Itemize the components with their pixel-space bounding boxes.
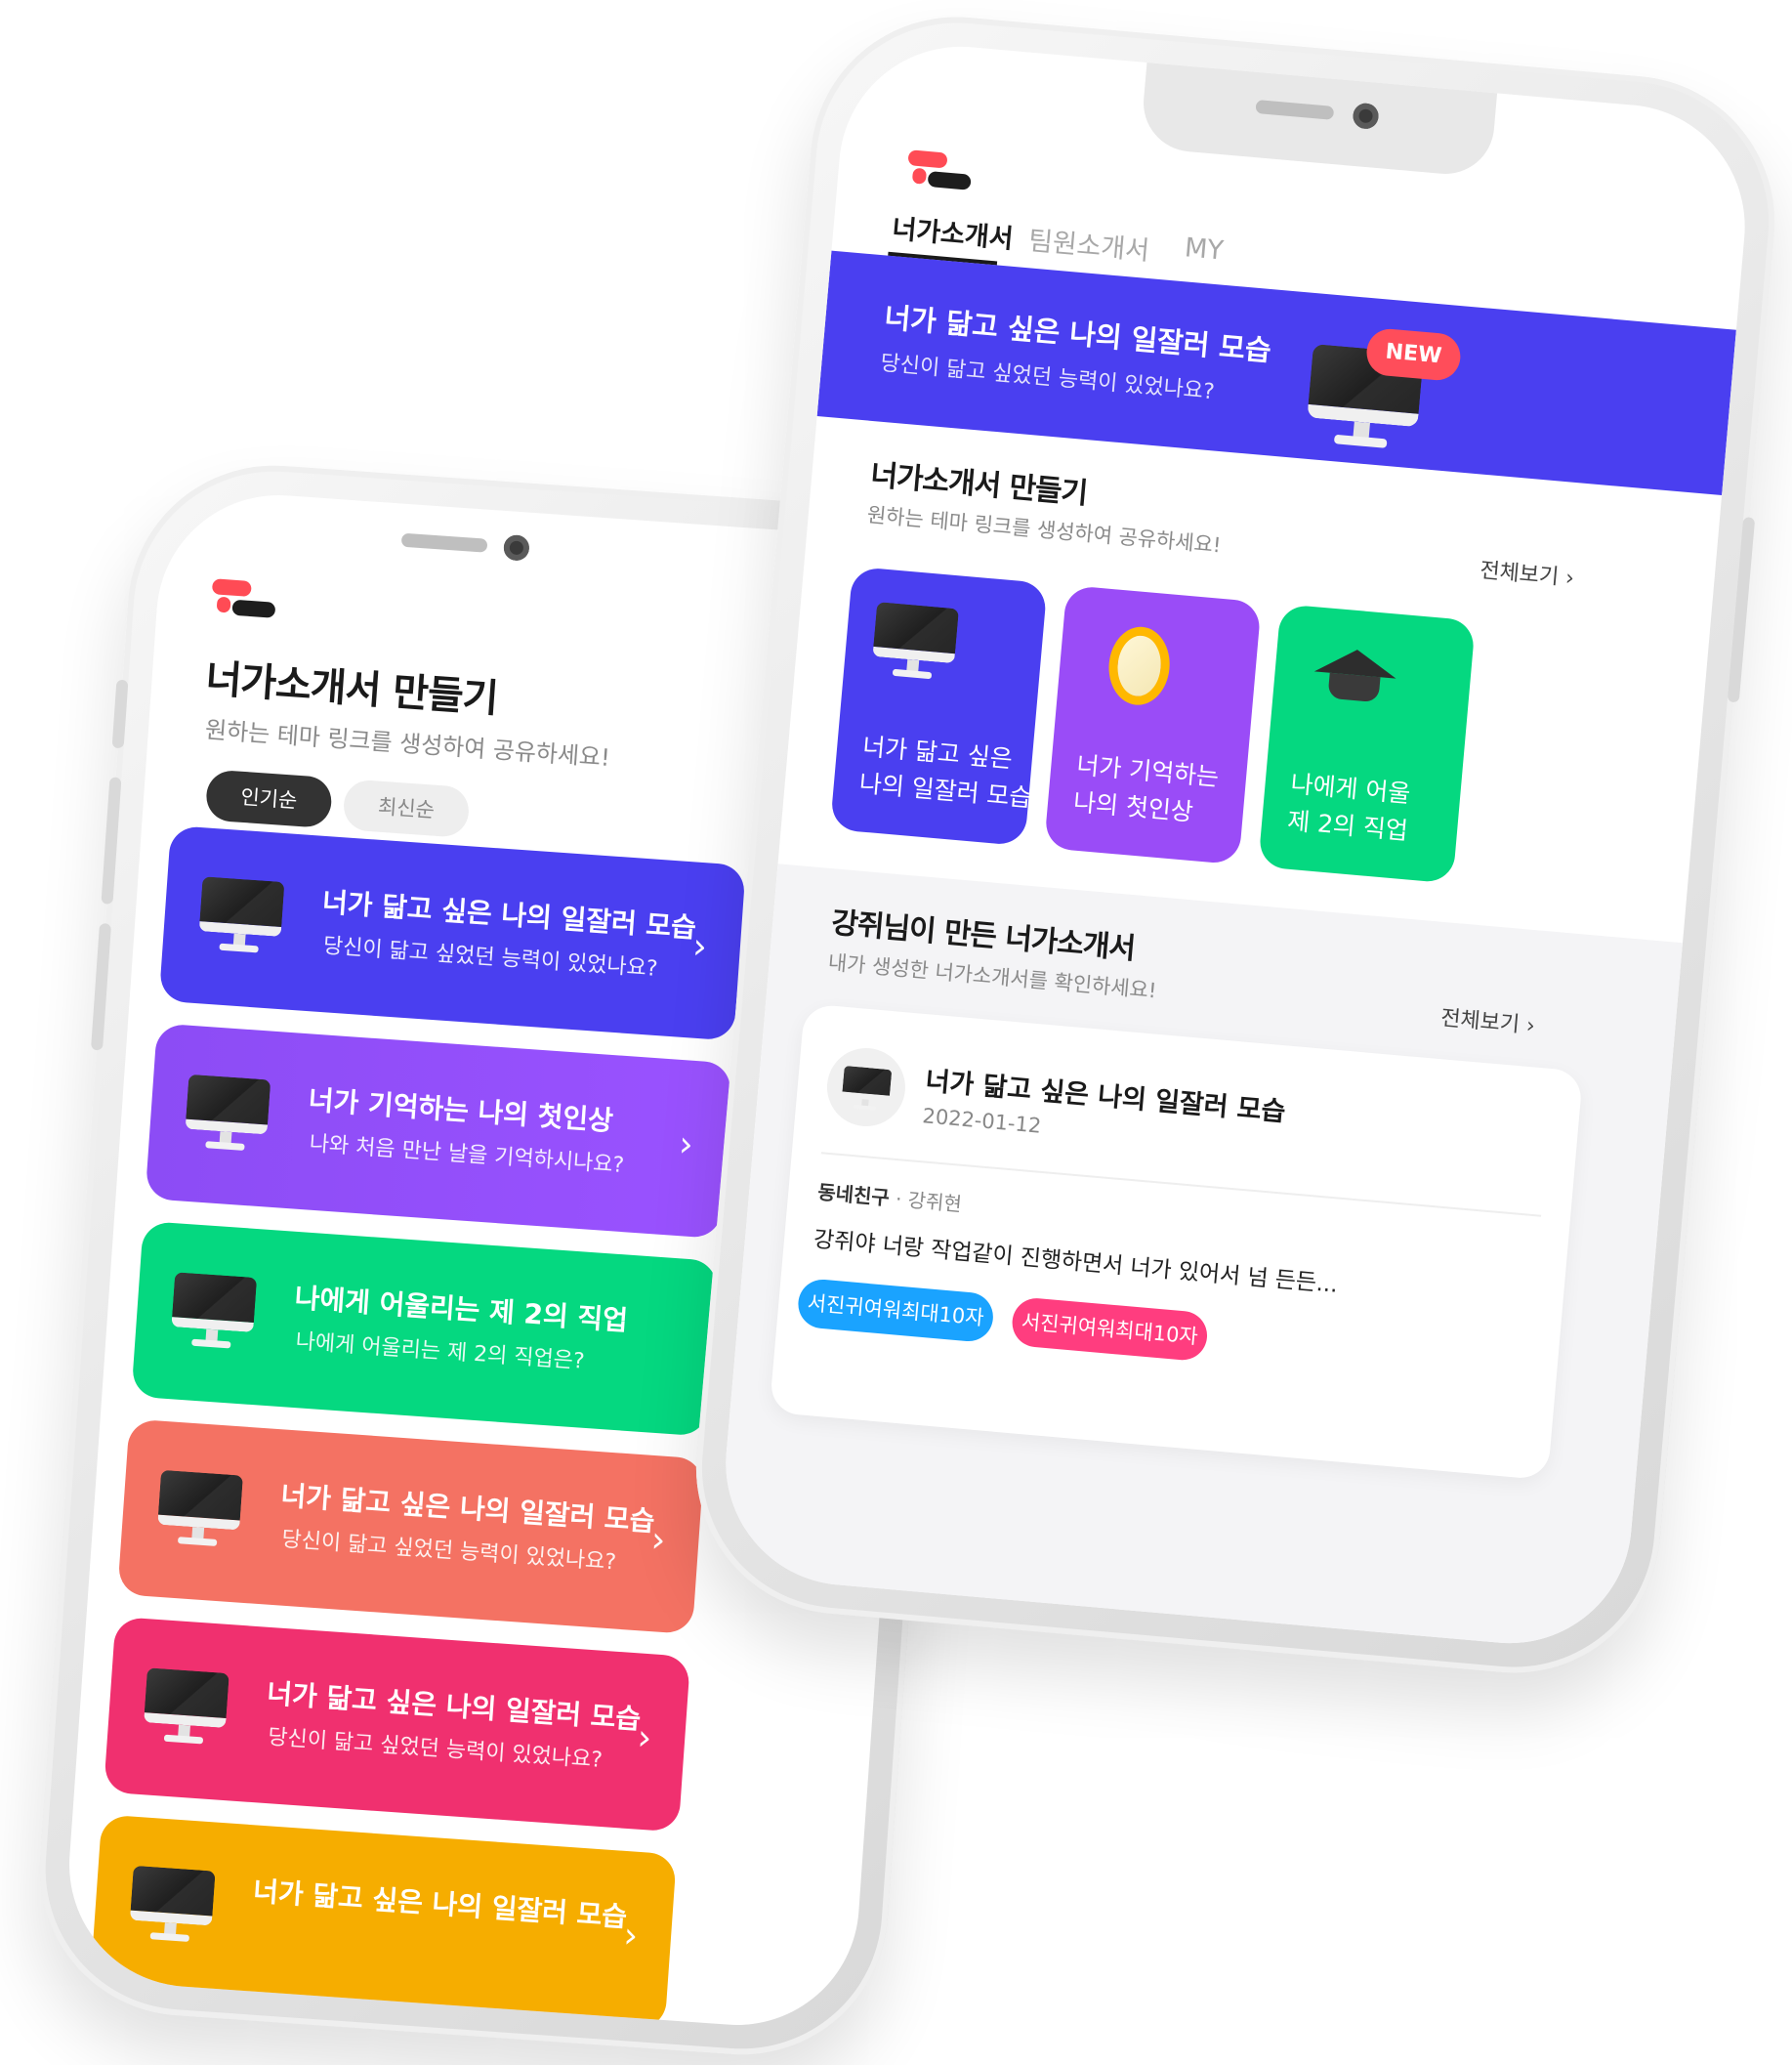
theme-tile[interactable]: 너가 기억하는 나의 첫인상 [1043,584,1262,865]
right-phone-mockup: 너가소개서 팀원소개서 MY 너가 닮고 싶은 나의 일잘러 모습 당신이 닮고… [684,4,1787,1686]
chevron-right-icon: › [677,1123,695,1165]
tab-team[interactable]: 팀원소개서 [1027,219,1151,268]
new-badge: NEW [1364,326,1463,383]
theme-card-title: 너가 닮고 싶은 나의 일잘러 모습 [252,1875,629,1934]
monitor-icon [156,1469,243,1554]
theme-card[interactable]: 너가 닮고 싶은 나의 일잘러 모습 당신이 닮고 싶었던 능력이 있었나요? … [117,1418,705,1635]
tab-intro[interactable]: 너가소개서 [891,207,1015,256]
speaker-grille [400,532,488,553]
page-title: 너가소개서 만들기 [204,656,499,722]
app-logo-icon [210,578,276,623]
front-camera [503,533,530,562]
page-subtitle: 원하는 테마 링크를 생성하여 공유하세요! [204,716,611,773]
sort-tab-popular[interactable]: 인기순 [204,769,334,829]
theme-card[interactable]: 너가 닮고 싶은 나의 일잘러 모습 당신이 닮고 싶었던 능력이 있었나요? … [104,1616,691,1833]
theme-card[interactable]: 너가 기억하는 나의 첫인상 나와 처음 만난 날을 기억하시나요? › [145,1023,732,1240]
monitor-icon [841,1065,893,1115]
theme-tile-label: 너가 닮고 싶은 나의 일잘러 모습 [857,732,1033,813]
post-relation: 동네친구 [816,1180,891,1210]
mirror-icon [1105,624,1173,708]
post-date: 2022-01-12 [921,1104,1043,1138]
post-card[interactable]: 너가 닮고 싶은 나의 일잘러 모습 2022-01-12 동네친구 · 강쥐현… [769,1003,1584,1481]
theme-card[interactable]: 나에게 어울리는 제 2의 직업 나에게 어울리는 제 2의 직업은? [131,1220,719,1437]
chevron-right-icon: › [691,926,709,968]
tab-my[interactable]: MY [1184,232,1225,266]
tag-pill[interactable]: 서진귀여워최대10자 [1010,1296,1210,1363]
theme-tile-label: 너가 기억하는 나의 첫인상 [1071,750,1221,827]
theme-card[interactable]: 너가 닮고 싶은 나의 일잘러 모습 당신이 닮고 싶었던 능력이 있었나요? … [158,824,746,1041]
monitor-icon [184,1074,271,1159]
graduation-cap-icon [1313,646,1398,679]
theme-tile[interactable]: 너가 닮고 싶은 나의 일잘러 모습 [829,566,1048,847]
chevron-right-icon: › [636,1717,653,1759]
chevron-right-icon: › [622,1916,640,1957]
monitor-icon [197,876,285,960]
theme-tile[interactable]: 나에게 어울 제 2의 직업 [1258,604,1476,884]
make-see-all-link[interactable]: 전체보기 › [1479,553,1575,592]
graduation-cap-base [1327,672,1381,703]
monitor-icon [128,1865,216,1950]
post-meta: 동네친구 · 강쥐현 [816,1176,963,1217]
avatar [823,1044,909,1130]
tag-pill[interactable]: 서진귀여워최대10자 [796,1277,995,1344]
monitor-icon [870,602,959,687]
chevron-right-icon: › [649,1519,667,1561]
theme-tile-label: 나에게 어울 제 2의 직업 [1286,769,1412,846]
right-screen: 너가소개서 팀원소개서 MY 너가 닮고 싶은 나의 일잘러 모습 당신이 닮고… [715,36,1756,1654]
app-logo-icon [905,149,972,195]
monitor-icon [142,1667,229,1751]
sort-tab-latest[interactable]: 최신순 [342,779,471,839]
post-author: · 강쥐현 [895,1187,963,1216]
monitor-icon [170,1272,258,1356]
